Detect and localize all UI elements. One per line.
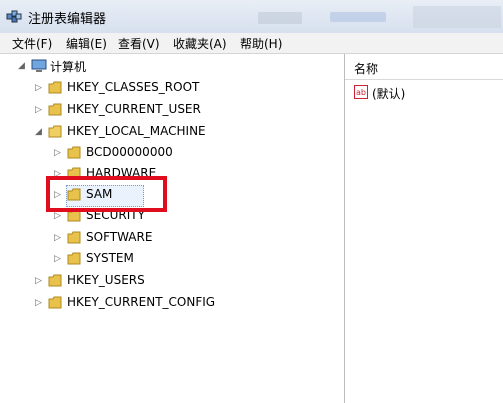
folder-icon [48,81,62,94]
folder-icon [48,296,62,309]
tree-node-label: BCD00000000 [86,145,173,159]
background-blur [330,12,386,22]
expand-arrow-icon[interactable]: ▷ [54,211,63,221]
folder-icon [67,231,81,244]
tree-node-label: HKEY_LOCAL_MACHINE [67,124,206,138]
folder-icon [48,274,62,287]
collapse-arrow-icon[interactable]: ◢ [35,127,44,137]
menu-view[interactable]: 查看(V) [118,35,160,52]
menu-favorites[interactable]: 收藏夹(A) [173,35,227,52]
background-blur [258,12,302,24]
window-title: 注册表编辑器 [28,12,107,27]
registry-tree[interactable]: ◢ 计算机 ▷ HKEY_CLASSES_ROOT ▷ HKEY_CURRENT… [8,54,345,403]
folder-icon [48,103,62,116]
menu-help[interactable]: 帮助(H) [240,35,282,52]
folder-icon [67,146,81,159]
string-value-icon: ab [354,85,368,99]
tree-node-label: HKEY_CLASSES_ROOT [67,80,200,94]
tree-node-label: HKEY_CURRENT_USER [67,102,201,116]
folder-open-icon [48,125,62,138]
tree-node-label: HKEY_USERS [67,273,145,287]
expand-arrow-icon[interactable]: ▷ [35,298,44,308]
expand-arrow-icon[interactable]: ▷ [35,105,44,115]
folder-icon [67,252,81,265]
menu-bar: 文件(F) 编辑(E) 查看(V) 收藏夹(A) 帮助(H) [0,33,503,54]
tree-node-label: 计算机 [50,60,87,74]
column-name-header: 名称 [354,62,379,76]
tree-node-label: HKEY_CURRENT_CONFIG [67,295,216,309]
value-row-default[interactable]: (默认) [372,85,405,102]
expand-arrow-icon[interactable]: ▷ [54,233,63,243]
title-bar: 注册表编辑器 [0,0,503,34]
menu-edit[interactable]: 编辑(E) [66,35,107,52]
computer-icon [31,59,47,72]
expand-arrow-icon[interactable]: ◢ [18,61,27,71]
expand-arrow-icon[interactable]: ▷ [35,276,44,286]
svg-text:ab: ab [356,88,366,97]
tree-node-label: SOFTWARE [86,230,153,244]
values-list[interactable]: 名称 ab (默认) [345,54,503,403]
tree-node-label: SYSTEM [86,251,134,265]
registry-editor-icon [6,10,22,23]
list-column-header[interactable]: 名称 [345,54,503,80]
annotation-highlight-box [46,176,167,212]
expand-arrow-icon[interactable]: ▷ [35,83,44,93]
menu-file[interactable]: 文件(F) [12,35,52,52]
expand-arrow-icon[interactable]: ▷ [54,254,63,264]
expand-arrow-icon[interactable]: ▷ [54,148,63,158]
background-blur [413,6,501,28]
